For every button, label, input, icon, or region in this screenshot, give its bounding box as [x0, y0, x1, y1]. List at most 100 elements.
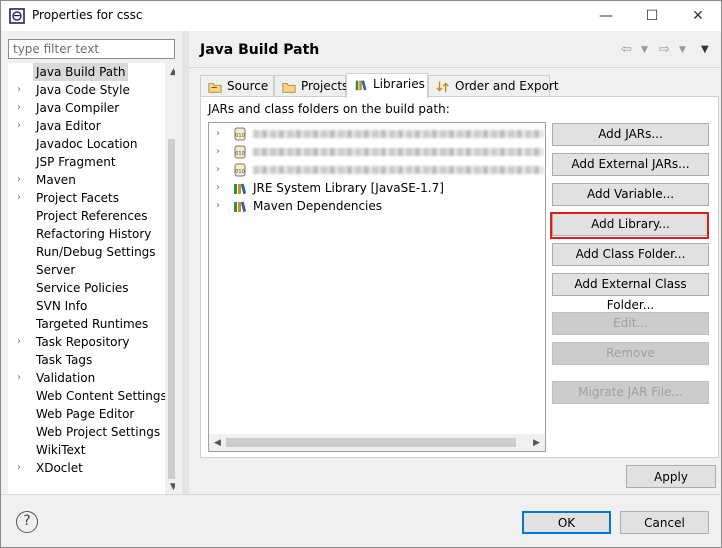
- add-external-jars-button[interactable]: Add External JARs...: [552, 153, 709, 176]
- tree-item-web-page-editor[interactable]: Web Page Editor: [8, 405, 158, 423]
- tree-item-task-repository[interactable]: › Task Repository: [8, 333, 158, 351]
- expand-arrow-icon[interactable]: ›: [17, 171, 27, 189]
- remove-button[interactable]: Remove: [552, 342, 709, 365]
- pane-splitter[interactable]: [182, 31, 189, 494]
- footer-divider: [1, 494, 721, 495]
- scrollbar-thumb[interactable]: [168, 139, 175, 479]
- back-arrow-icon[interactable]: ⇦: [621, 42, 632, 57]
- add-external-class-folder-button[interactable]: Add External Class Folder...: [552, 273, 709, 312]
- add-jars-button[interactable]: Add JARs...: [552, 123, 709, 146]
- tree-item-label: SVN Info: [36, 299, 88, 313]
- add-class-folder-button[interactable]: Add Class Folder...: [552, 243, 709, 266]
- list-item[interactable]: › Maven Dependencies: [209, 197, 545, 215]
- tree-item-web-project-settings[interactable]: Web Project Settings: [8, 423, 160, 441]
- tree-item-java-compiler[interactable]: › Java Compiler: [8, 99, 158, 117]
- tree-item-java-build-path[interactable]: Java Build Path: [8, 63, 158, 81]
- expand-arrow-icon[interactable]: ›: [17, 117, 27, 135]
- tree-item-java-code-style[interactable]: › Java Code Style: [8, 81, 158, 99]
- expand-arrow-icon[interactable]: ›: [17, 99, 27, 117]
- property-page: Java Build Path ⇦ ▼ ⇨ ▼ ▼ Source Project…: [189, 31, 721, 494]
- expand-arrow-icon[interactable]: ›: [17, 81, 27, 99]
- list-item[interactable]: › 010: [209, 125, 545, 143]
- forward-menu-chevron-icon[interactable]: ▼: [679, 45, 686, 55]
- page-title: Java Build Path: [200, 42, 320, 58]
- view-menu-chevron-icon[interactable]: ▼: [701, 44, 709, 55]
- projects-folder-icon: [282, 82, 296, 93]
- tree-item-wikitext[interactable]: WikiText: [8, 441, 158, 459]
- tab-source[interactable]: Source: [200, 75, 274, 97]
- expand-arrow-icon[interactable]: ›: [216, 143, 220, 161]
- tree-item-service-policies[interactable]: Service Policies: [8, 279, 158, 297]
- scroll-down-arrow-icon[interactable]: ▼: [165, 478, 175, 495]
- expand-arrow-icon[interactable]: ›: [17, 189, 27, 207]
- tree-item-jsp-fragment[interactable]: JSP Fragment: [8, 153, 158, 171]
- minimize-button[interactable]: —: [583, 1, 629, 31]
- tree-item-label: Web Content Settings: [36, 389, 167, 403]
- tab-order-and-export[interactable]: Order and Export: [428, 75, 559, 97]
- tree-item-javadoc-location[interactable]: Javadoc Location: [8, 135, 158, 153]
- back-menu-chevron-icon[interactable]: ▼: [641, 45, 648, 55]
- tree-item-refactoring-history[interactable]: Refactoring History: [8, 225, 158, 243]
- tree-item-label: Project References: [36, 209, 148, 223]
- add-variable-button[interactable]: Add Variable...: [552, 183, 709, 206]
- list-item[interactable]: › 010: [209, 161, 545, 179]
- expand-arrow-icon[interactable]: ›: [216, 161, 220, 179]
- svg-text:010: 010: [235, 151, 245, 157]
- expand-arrow-icon[interactable]: ›: [17, 333, 27, 351]
- tab-label: Source: [227, 79, 269, 93]
- close-button[interactable]: ✕: [675, 1, 721, 31]
- order-export-icon: [436, 81, 449, 92]
- tab-label: Order and Export: [455, 79, 559, 93]
- expand-arrow-icon[interactable]: ›: [216, 125, 220, 143]
- apply-button[interactable]: Apply: [626, 465, 716, 488]
- expand-arrow-icon[interactable]: ›: [17, 459, 27, 477]
- source-folder-icon: [208, 82, 222, 93]
- scroll-left-arrow-icon[interactable]: ◀: [209, 434, 226, 451]
- tree-item-svn-info[interactable]: SVN Info: [8, 297, 158, 315]
- property-page-tree: Java Build Path › Java Code Style › Java C…: [8, 63, 175, 495]
- migrate-jar-button[interactable]: Migrate JAR File...: [552, 381, 709, 404]
- list-item[interactable]: › JRE System Library [JavaSE-1.7]: [209, 179, 545, 197]
- edit-button[interactable]: Edit...: [552, 312, 709, 335]
- tree-item-validation[interactable]: › Validation: [8, 369, 158, 387]
- scroll-right-arrow-icon[interactable]: ▶: [528, 434, 545, 451]
- cancel-button[interactable]: Cancel: [620, 511, 709, 534]
- list-item[interactable]: › 010: [209, 143, 545, 161]
- tree-item-run-debug-settings[interactable]: Run/Debug Settings: [8, 243, 158, 261]
- tree-item-label: Java Compiler: [36, 101, 120, 115]
- scrollbar-thumb[interactable]: [226, 438, 516, 447]
- ok-button[interactable]: OK: [522, 511, 611, 534]
- tab-label: Libraries: [373, 77, 425, 91]
- maximize-button[interactable]: ☐: [629, 1, 675, 31]
- entry-label: Maven Dependencies: [253, 199, 383, 213]
- list-horizontal-scrollbar[interactable]: ◀ ▶: [209, 434, 545, 451]
- tree-item-project-references[interactable]: Project References: [8, 207, 158, 225]
- tree-item-server[interactable]: Server: [8, 261, 158, 279]
- maximize-icon: ☐: [645, 8, 659, 24]
- tree-item-targeted-runtimes[interactable]: Targeted Runtimes: [8, 315, 158, 333]
- tree-item-xdoclet[interactable]: › XDoclet: [8, 459, 158, 477]
- page-navigation: ⇦ ▼ ⇨ ▼ ▼: [621, 42, 717, 58]
- expand-arrow-icon[interactable]: ›: [17, 369, 27, 387]
- svg-text:010: 010: [235, 169, 245, 175]
- scroll-up-arrow-icon[interactable]: ▲: [165, 63, 175, 80]
- tab-label: Projects: [301, 79, 349, 93]
- build-path-entries-list[interactable]: › 010 › 010 › 010 › JRE System Library […: [208, 122, 546, 452]
- tree-item-project-facets[interactable]: › Project Facets: [8, 189, 158, 207]
- help-icon[interactable]: ?: [16, 511, 38, 533]
- tab-projects[interactable]: Projects: [274, 75, 349, 97]
- expand-arrow-icon[interactable]: ›: [216, 179, 220, 197]
- expand-arrow-icon[interactable]: ›: [216, 197, 220, 215]
- minimize-icon: —: [599, 8, 613, 24]
- filter-input[interactable]: [8, 39, 175, 59]
- tab-libraries[interactable]: Libraries: [346, 73, 428, 98]
- tree-item-web-content-settings[interactable]: Web Content Settings: [8, 387, 167, 405]
- close-icon: ✕: [692, 8, 704, 24]
- tree-item-label: Project Facets: [36, 191, 119, 205]
- tree-vertical-scrollbar[interactable]: ▲ ▼: [165, 63, 175, 495]
- tree-item-label: Targeted Runtimes: [36, 317, 149, 331]
- tree-item-maven[interactable]: › Maven: [8, 171, 158, 189]
- tree-item-task-tags[interactable]: Task Tags: [8, 351, 158, 369]
- tree-item-java-editor[interactable]: › Java Editor: [8, 117, 158, 135]
- forward-arrow-icon[interactable]: ⇨: [659, 42, 670, 57]
